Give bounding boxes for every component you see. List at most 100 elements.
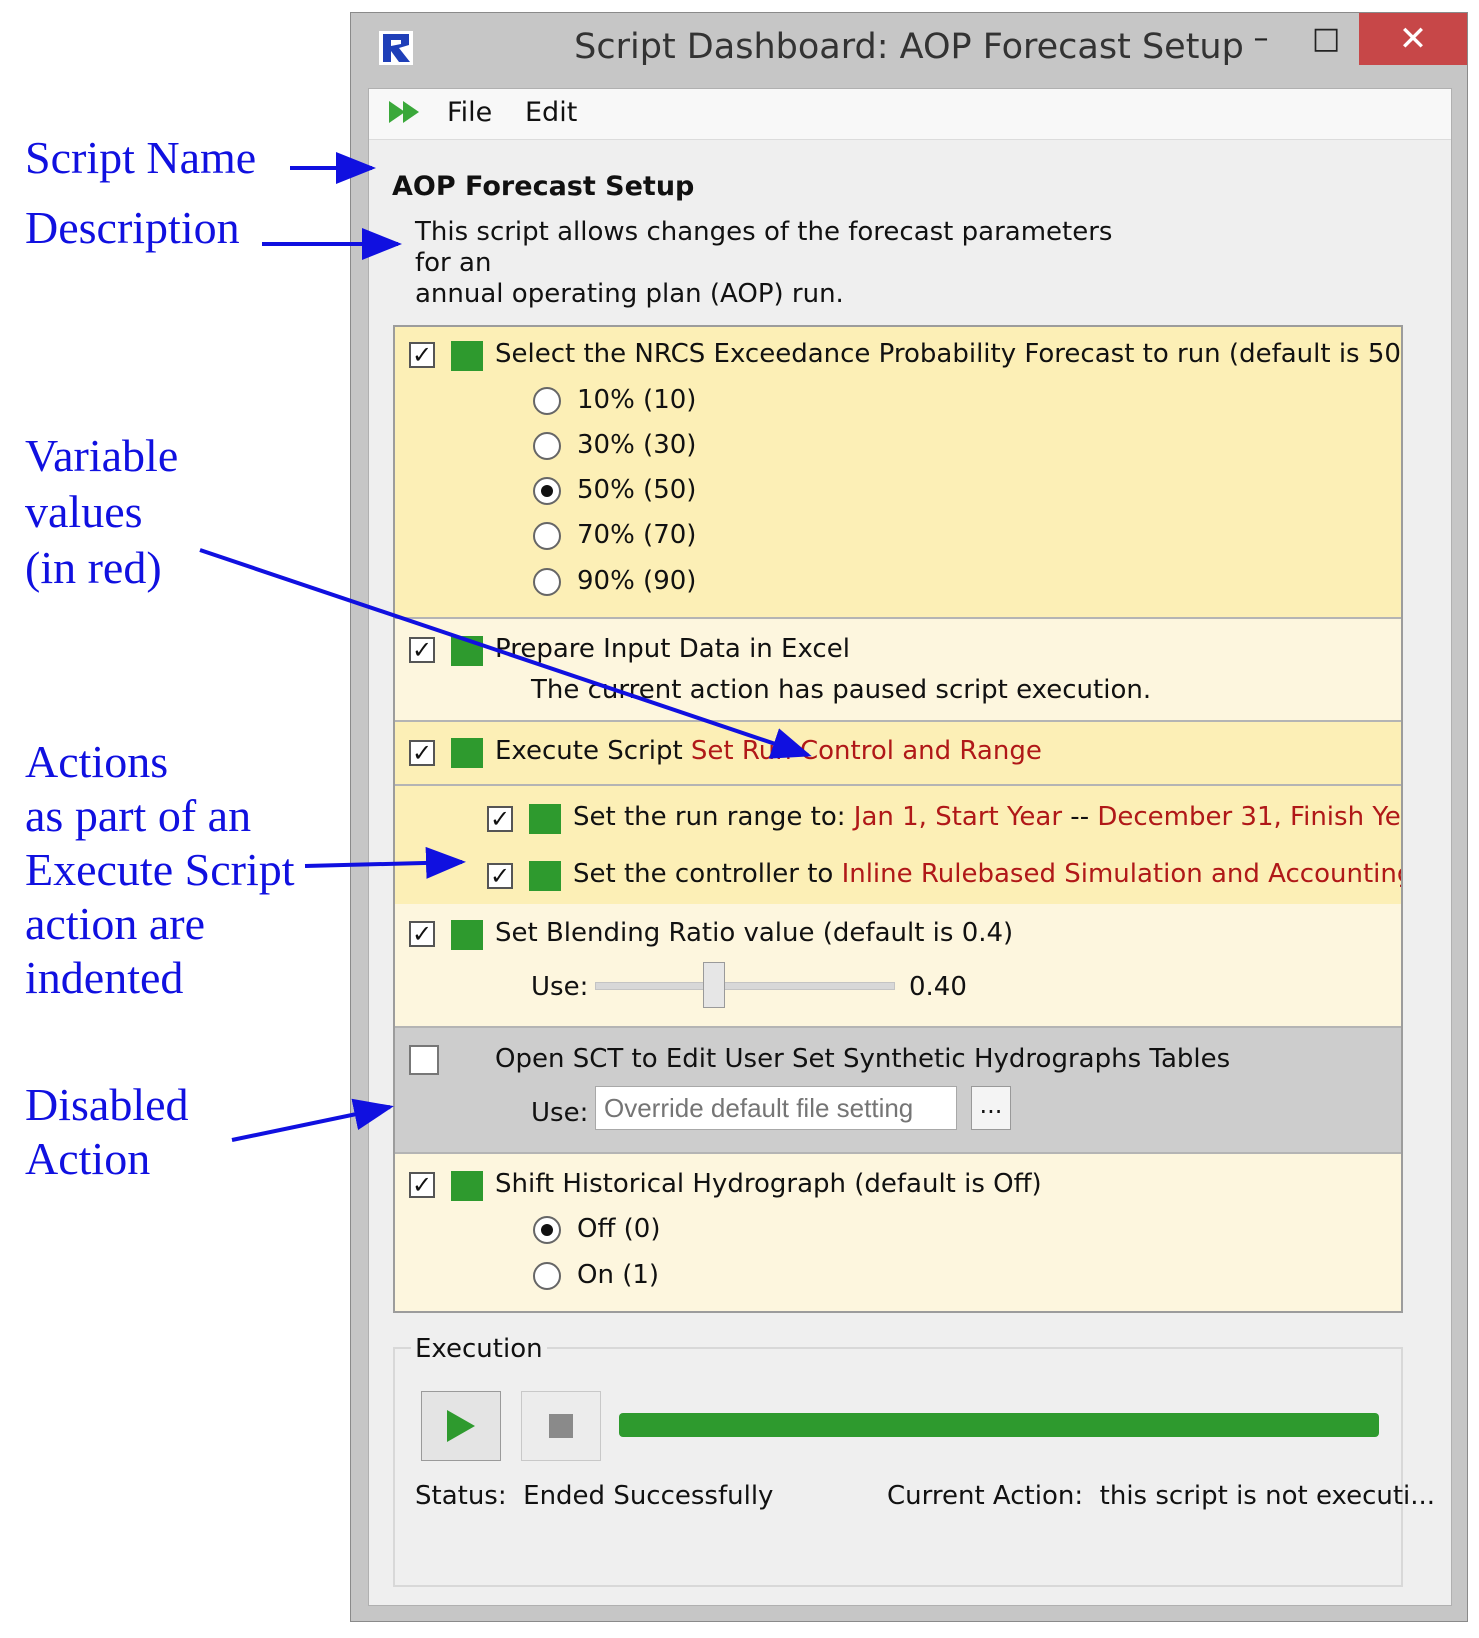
action-list: ✓ Select the NRCS Exceedance Probability…	[393, 325, 1403, 1313]
file-override-input[interactable]	[595, 1086, 957, 1130]
action-status-indicator	[451, 738, 483, 768]
action-status-indicator	[451, 1171, 483, 1201]
action-status-indicator	[529, 804, 561, 834]
annotation-script-name: Script Name	[25, 132, 257, 183]
radio-50[interactable]	[533, 477, 561, 505]
action-status-indicator	[529, 861, 561, 891]
action-label: Select the NRCS Exceedance Probability F…	[495, 339, 1403, 369]
radio-label: 30% (30)	[577, 430, 697, 460]
use-label: Use:	[531, 972, 589, 1002]
radio-label: 70% (70)	[577, 520, 697, 550]
sub-action-label: Set the run range to: Jan 1, Start Year …	[573, 802, 1403, 832]
script-description: This script allows changes of the foreca…	[415, 217, 1155, 310]
run-button[interactable]	[421, 1391, 501, 1461]
radio-10[interactable]	[533, 387, 561, 415]
blending-slider-thumb[interactable]	[703, 962, 726, 1008]
annotation-line: Execute Script	[25, 844, 295, 895]
current-action-text: Current Action: this script is not execu…	[887, 1481, 1435, 1511]
action-enable-checkbox[interactable]: ✓	[409, 1172, 435, 1198]
action-label: Set Blending Ratio value (default is 0.4…	[495, 918, 1014, 948]
action-status-indicator	[451, 341, 483, 371]
menu-bar: File Edit	[369, 89, 1451, 140]
radio-label: 10% (10)	[577, 385, 697, 415]
play-icon	[447, 1410, 475, 1442]
action-status-indicator	[451, 636, 483, 666]
annotation-line: (in red)	[25, 542, 162, 593]
annotation-line: values	[25, 486, 143, 537]
execution-group: Status: Ended Successfully Current Actio…	[393, 1347, 1435, 1587]
maximize-button[interactable]: □	[1296, 13, 1356, 63]
dashboard-client-area: File Edit AOP Forecast Setup This script…	[368, 88, 1452, 1606]
radio-on[interactable]	[533, 1262, 561, 1290]
sub-actions-group: ✓ Set the run range to: Jan 1, Start Yea…	[395, 786, 1401, 904]
annotation-variable-values: Variable values (in red)	[25, 428, 178, 596]
menu-file[interactable]: File	[447, 97, 492, 128]
status-text: Status: Ended Successfully	[415, 1481, 773, 1511]
current-action-label: Current Action:	[887, 1481, 1084, 1511]
annotation-line: Variable	[25, 430, 179, 481]
radio-90[interactable]	[533, 568, 561, 596]
minimize-button[interactable]: –	[1231, 13, 1291, 63]
action-enable-checkbox[interactable]: ✓	[409, 342, 435, 368]
action-prefix: Set the run range to:	[573, 802, 854, 832]
annotation-line: as part of an	[25, 790, 252, 841]
variable-value: Inline Rulebased Simulation and Accounti…	[841, 859, 1403, 889]
action-row-prepare-input: ✓ Prepare Input Data in Excel The curren…	[395, 619, 1401, 722]
stop-button[interactable]	[521, 1391, 601, 1461]
action-prefix: Execute Script	[495, 736, 691, 766]
execution-group-label: Execution	[411, 1334, 547, 1364]
action-status-indicator	[451, 920, 483, 950]
browse-button[interactable]: ...	[971, 1086, 1011, 1130]
script-dashboard-window: Script Dashboard: AOP Forecast Setup – □…	[350, 12, 1468, 1622]
action-label: Prepare Input Data in Excel	[495, 634, 850, 664]
annotation-actions-indented: Actions as part of an Execute Script act…	[25, 735, 295, 1005]
radio-70[interactable]	[533, 522, 561, 550]
script-name: AOP Forecast Setup	[392, 171, 695, 202]
current-action-value: this script is not executi...	[1099, 1481, 1436, 1511]
action-paused-note: The current action has paused script exe…	[531, 675, 1152, 705]
variable-value: Set Run Control and Range	[690, 736, 1042, 766]
action-row-execute-script: ✓ Execute Script Set Run Control and Ran…	[395, 722, 1401, 786]
execution-progress-bar	[619, 1413, 1379, 1437]
annotation-description: Description	[25, 202, 240, 253]
action-row-open-sct: Open SCT to Edit User Set Synthetic Hydr…	[395, 1028, 1401, 1154]
action-enable-checkbox[interactable]: ✓	[409, 637, 435, 663]
use-label: Use:	[531, 1098, 589, 1128]
action-enable-checkbox[interactable]	[409, 1045, 439, 1075]
annotation-line: indented	[25, 952, 184, 1003]
annotation-line: Actions	[25, 736, 169, 787]
annotation-disabled-action: Disabled Action	[25, 1078, 189, 1186]
annotation-line: action are	[25, 898, 206, 949]
action-enable-checkbox[interactable]: ✓	[409, 740, 435, 766]
annotation-line: Action	[25, 1133, 151, 1184]
radio-off[interactable]	[533, 1216, 561, 1244]
radio-label: On (1)	[577, 1260, 660, 1290]
action-label: Shift Historical Hydrograph (default is …	[495, 1169, 1042, 1199]
close-button[interactable]: ✕	[1359, 13, 1467, 65]
variable-value: Jan 1, Start Year	[853, 802, 1063, 832]
blending-slider-track[interactable]	[595, 982, 895, 990]
sub-action-checkbox[interactable]: ✓	[487, 863, 513, 889]
title-bar[interactable]: Script Dashboard: AOP Forecast Setup – □…	[351, 13, 1467, 88]
variable-value: December 31, Finish Year	[1097, 802, 1403, 832]
radio-label: 90% (90)	[577, 566, 697, 596]
description-line: annual operating plan (AOP) run.	[415, 279, 844, 309]
action-prefix: Set the controller to	[573, 859, 842, 889]
action-label: Execute Script Set Run Control and Range	[495, 736, 1042, 766]
radio-30[interactable]	[533, 432, 561, 460]
slider-value: 0.40	[909, 972, 967, 1002]
radio-label: Off (0)	[577, 1214, 661, 1244]
sub-action-checkbox[interactable]: ✓	[487, 806, 513, 832]
fast-forward-icon[interactable]	[387, 97, 427, 127]
annotation-line: Disabled	[25, 1079, 189, 1130]
status-value: Ended Successfully	[523, 1481, 774, 1511]
action-label: Open SCT to Edit User Set Synthetic Hydr…	[495, 1044, 1231, 1074]
status-label: Status:	[415, 1481, 507, 1511]
description-line: This script allows changes of the foreca…	[415, 217, 1113, 278]
range-separator: --	[1062, 802, 1098, 832]
action-enable-checkbox[interactable]: ✓	[409, 921, 435, 947]
radio-label: 50% (50)	[577, 475, 697, 505]
action-row-blending-ratio: ✓ Set Blending Ratio value (default is 0…	[395, 904, 1401, 1028]
menu-edit[interactable]: Edit	[525, 97, 577, 128]
sub-action-label: Set the controller to Inline Rulebased S…	[573, 859, 1403, 889]
